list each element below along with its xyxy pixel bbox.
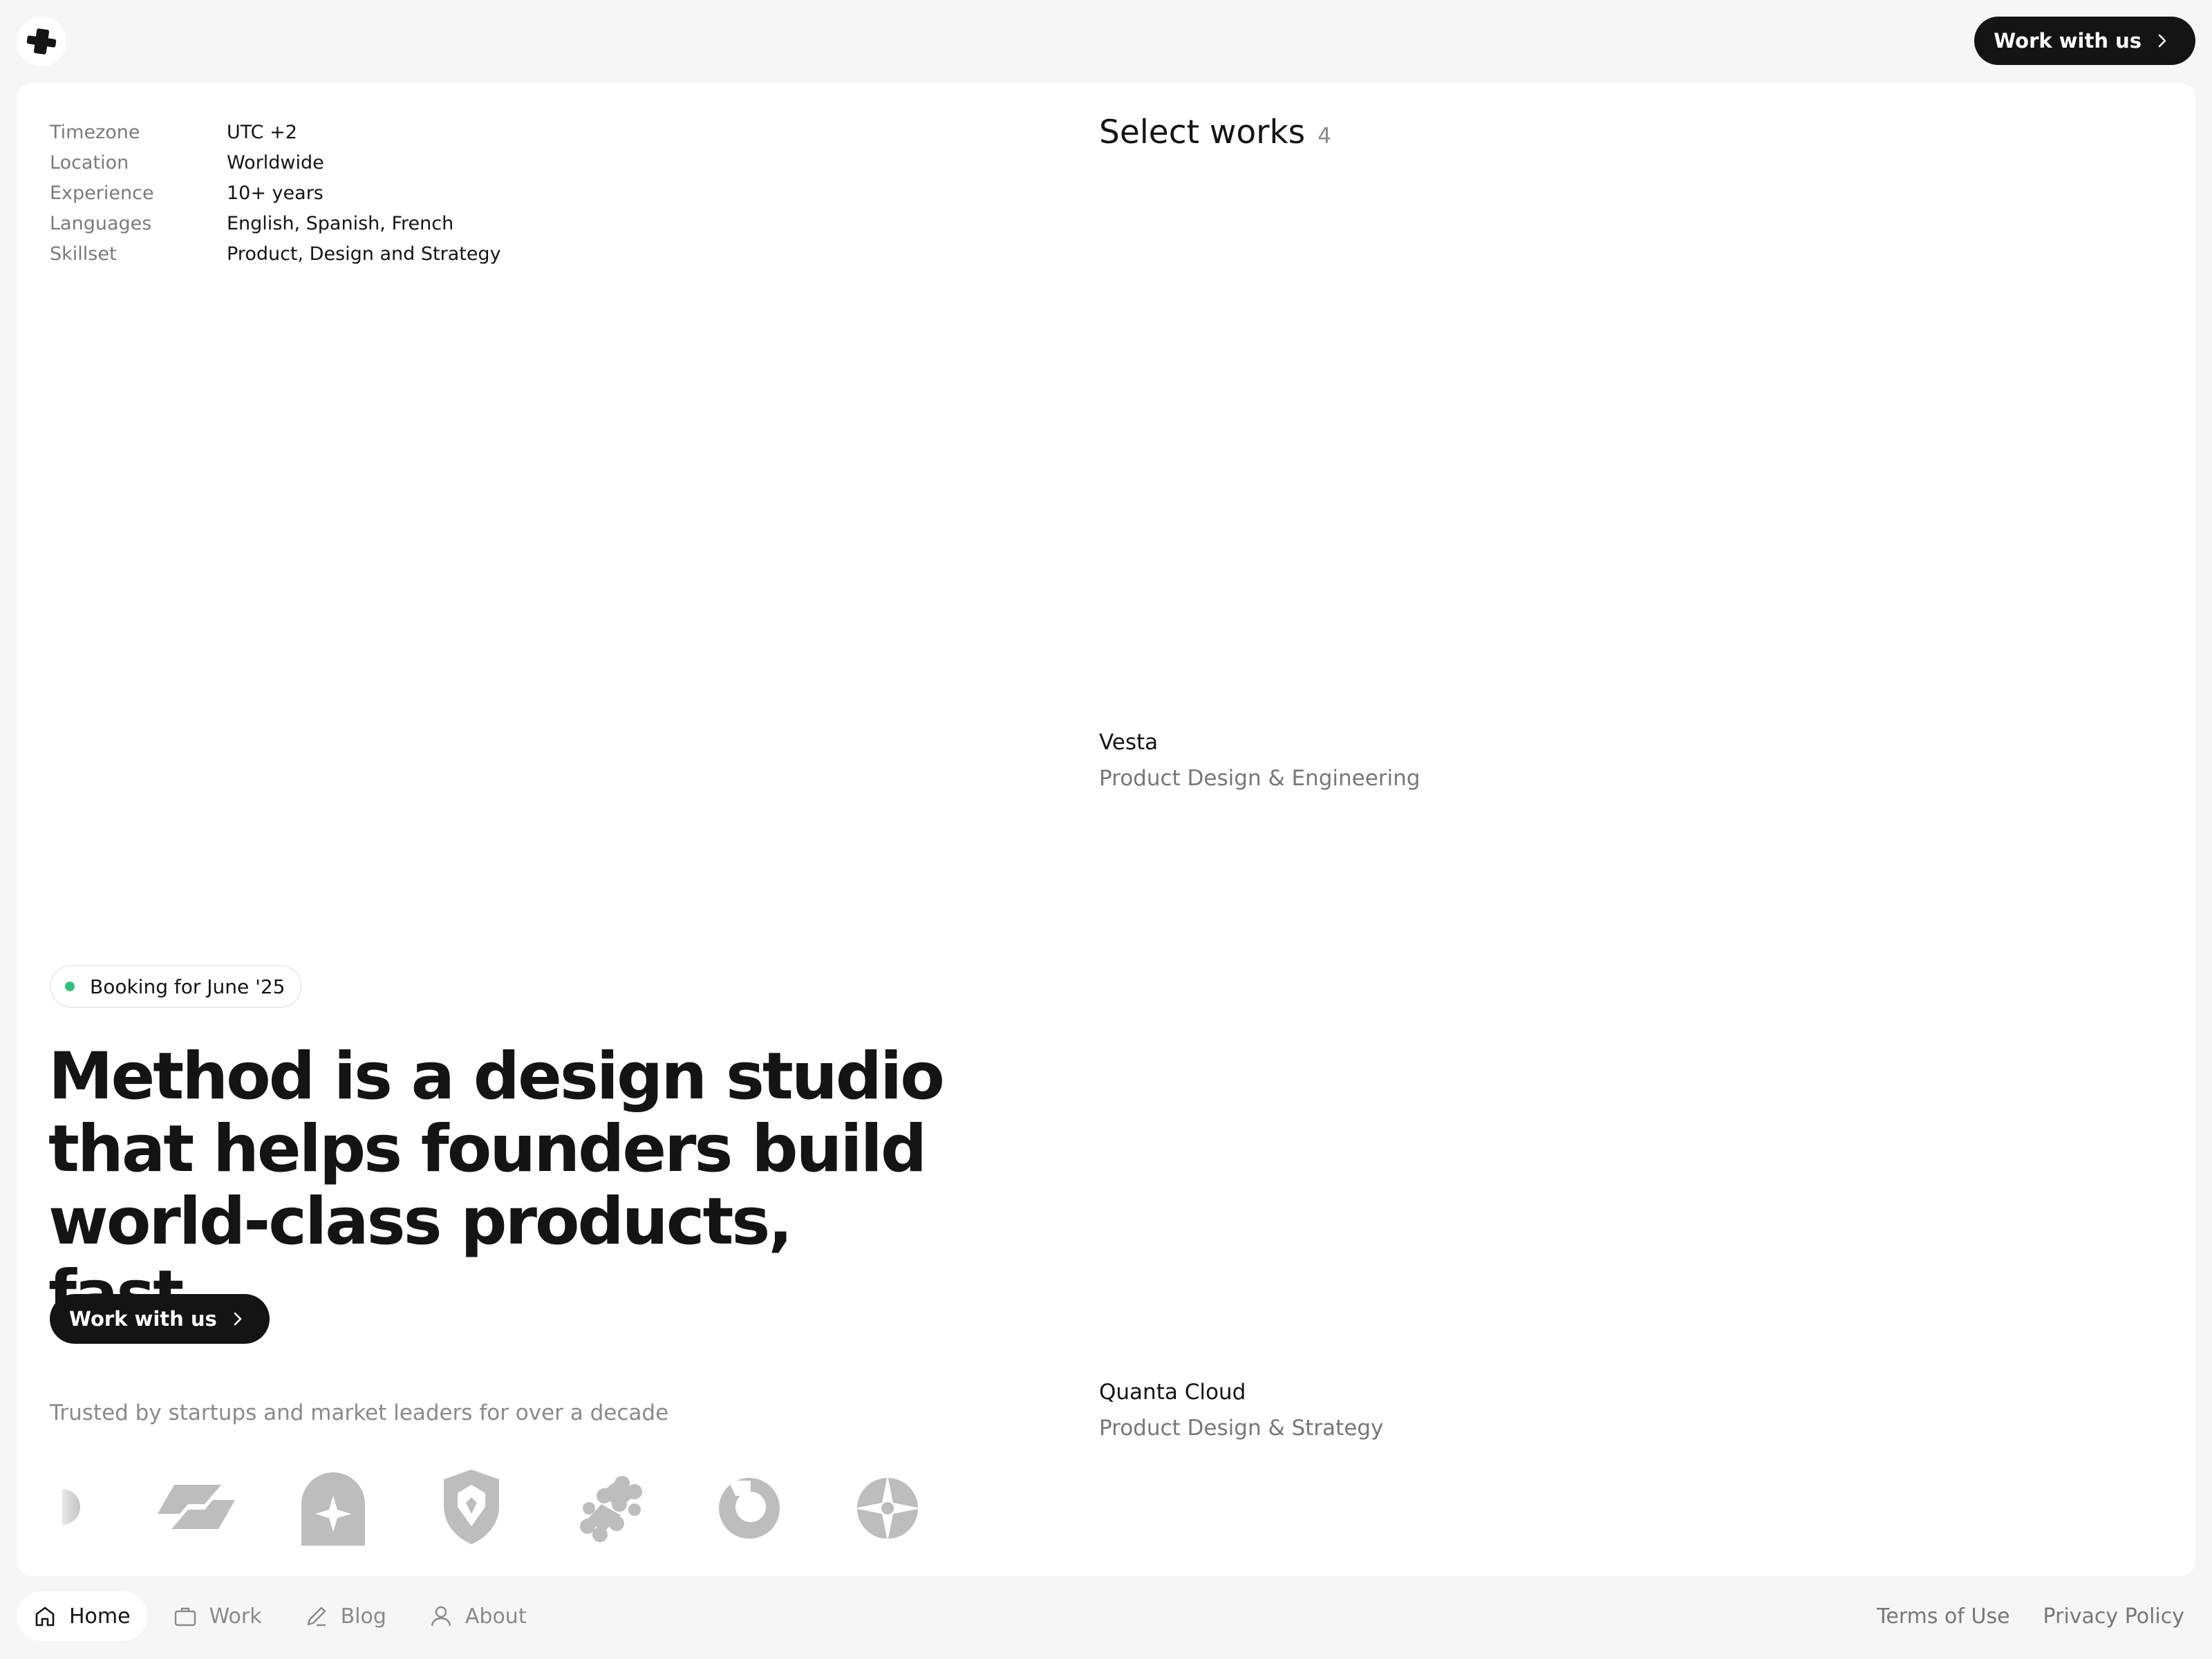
works-title: Select works <box>1099 113 1306 151</box>
select-works-heading: Select works 4 <box>1099 113 1331 151</box>
info-label: Skillset <box>50 243 117 265</box>
client-logos <box>50 1465 941 1548</box>
work-category: Product Design & Strategy <box>1099 1416 1384 1441</box>
home-logo[interactable] <box>17 17 66 66</box>
work-item-vesta[interactable]: Vesta Product Design & Engineering <box>1099 724 1420 796</box>
footer-links: Terms of Use Privacy Policy <box>1877 1591 2184 1641</box>
availability-badge: Booking for June '25 <box>50 965 302 1008</box>
work-with-us-label: Work with us <box>1994 29 2141 53</box>
sparkle-circle-logo <box>854 1475 921 1541</box>
status-dot <box>65 982 75 991</box>
info-value: UTC +2 <box>227 122 297 143</box>
bottom-nav: Home Work Blog About <box>17 1591 553 1641</box>
info-label: Timezone <box>50 122 140 143</box>
info-label: Location <box>50 152 129 174</box>
ring-logo <box>719 1478 780 1539</box>
nav-item-work[interactable]: Work <box>157 1591 279 1641</box>
plus-icon <box>26 28 57 55</box>
work-name: Vesta <box>1099 730 1159 755</box>
studio-info: Timezone UTC +2 Location Worldwide Exper… <box>50 118 501 270</box>
half-circle-logo <box>50 1465 84 1548</box>
info-label: Experience <box>50 182 154 204</box>
info-value: Product, Design and Strategy <box>227 243 501 265</box>
work-name: Quanta Cloud <box>1099 1380 1246 1405</box>
work-category: Product Design & Engineering <box>1099 766 1421 791</box>
wave-dots-logo <box>580 1476 642 1542</box>
headline-line: that helps founders build <box>48 1112 927 1187</box>
arch-star-logo <box>301 1472 365 1546</box>
nav-item-blog[interactable]: Blog <box>288 1591 403 1641</box>
availability-text: Booking for June '25 <box>90 975 285 998</box>
headline-line: Method is a design studio <box>48 1039 945 1114</box>
nav-item-about[interactable]: About <box>413 1591 543 1641</box>
info-value: Worldwide <box>227 152 324 174</box>
info-row-timezone: Timezone UTC +2 <box>50 118 501 148</box>
nav-label: Home <box>69 1604 131 1629</box>
link-arrows-logo <box>158 1485 235 1529</box>
hero-work-with-us-button[interactable]: Work with us <box>50 1294 270 1344</box>
trusted-by-text: Trusted by startups and market leaders f… <box>50 1400 669 1425</box>
user-icon <box>431 1606 451 1627</box>
terms-link[interactable]: Terms of Use <box>1877 1604 2009 1629</box>
work-item-quanta-cloud[interactable]: Quanta Cloud Product Design & Strategy <box>1099 1374 1383 1446</box>
works-count: 4 <box>1318 124 1331 149</box>
info-value: English, Spanish, French <box>227 213 454 234</box>
info-row-skillset: Skillset Product, Design and Strategy <box>50 239 501 270</box>
chevron-right-icon <box>2157 32 2168 49</box>
pencil-icon <box>307 1606 326 1627</box>
main-card: Timezone UTC +2 Location Worldwide Exper… <box>17 83 2195 1576</box>
info-row-location: Location Worldwide <box>50 148 501 178</box>
briefcase-icon <box>174 1607 196 1627</box>
nav-label: Blog <box>340 1604 386 1629</box>
chevron-right-icon <box>232 1311 243 1327</box>
nav-item-home[interactable]: Home <box>17 1591 147 1641</box>
work-with-us-button[interactable]: Work with us <box>1974 17 2195 65</box>
info-value: 10+ years <box>227 182 324 204</box>
hero-headline: Method is a design studio that helps fou… <box>48 1040 947 1331</box>
shield-logo <box>444 1470 499 1544</box>
info-label: Languages <box>50 213 152 234</box>
info-row-experience: Experience 10+ years <box>50 178 501 209</box>
hero-cta-label: Work with us <box>69 1307 217 1331</box>
nav-label: Work <box>209 1604 262 1629</box>
home-icon <box>35 1606 55 1627</box>
privacy-link[interactable]: Privacy Policy <box>2043 1604 2184 1629</box>
info-row-languages: Languages English, Spanish, French <box>50 209 501 239</box>
nav-label: About <box>465 1604 527 1629</box>
